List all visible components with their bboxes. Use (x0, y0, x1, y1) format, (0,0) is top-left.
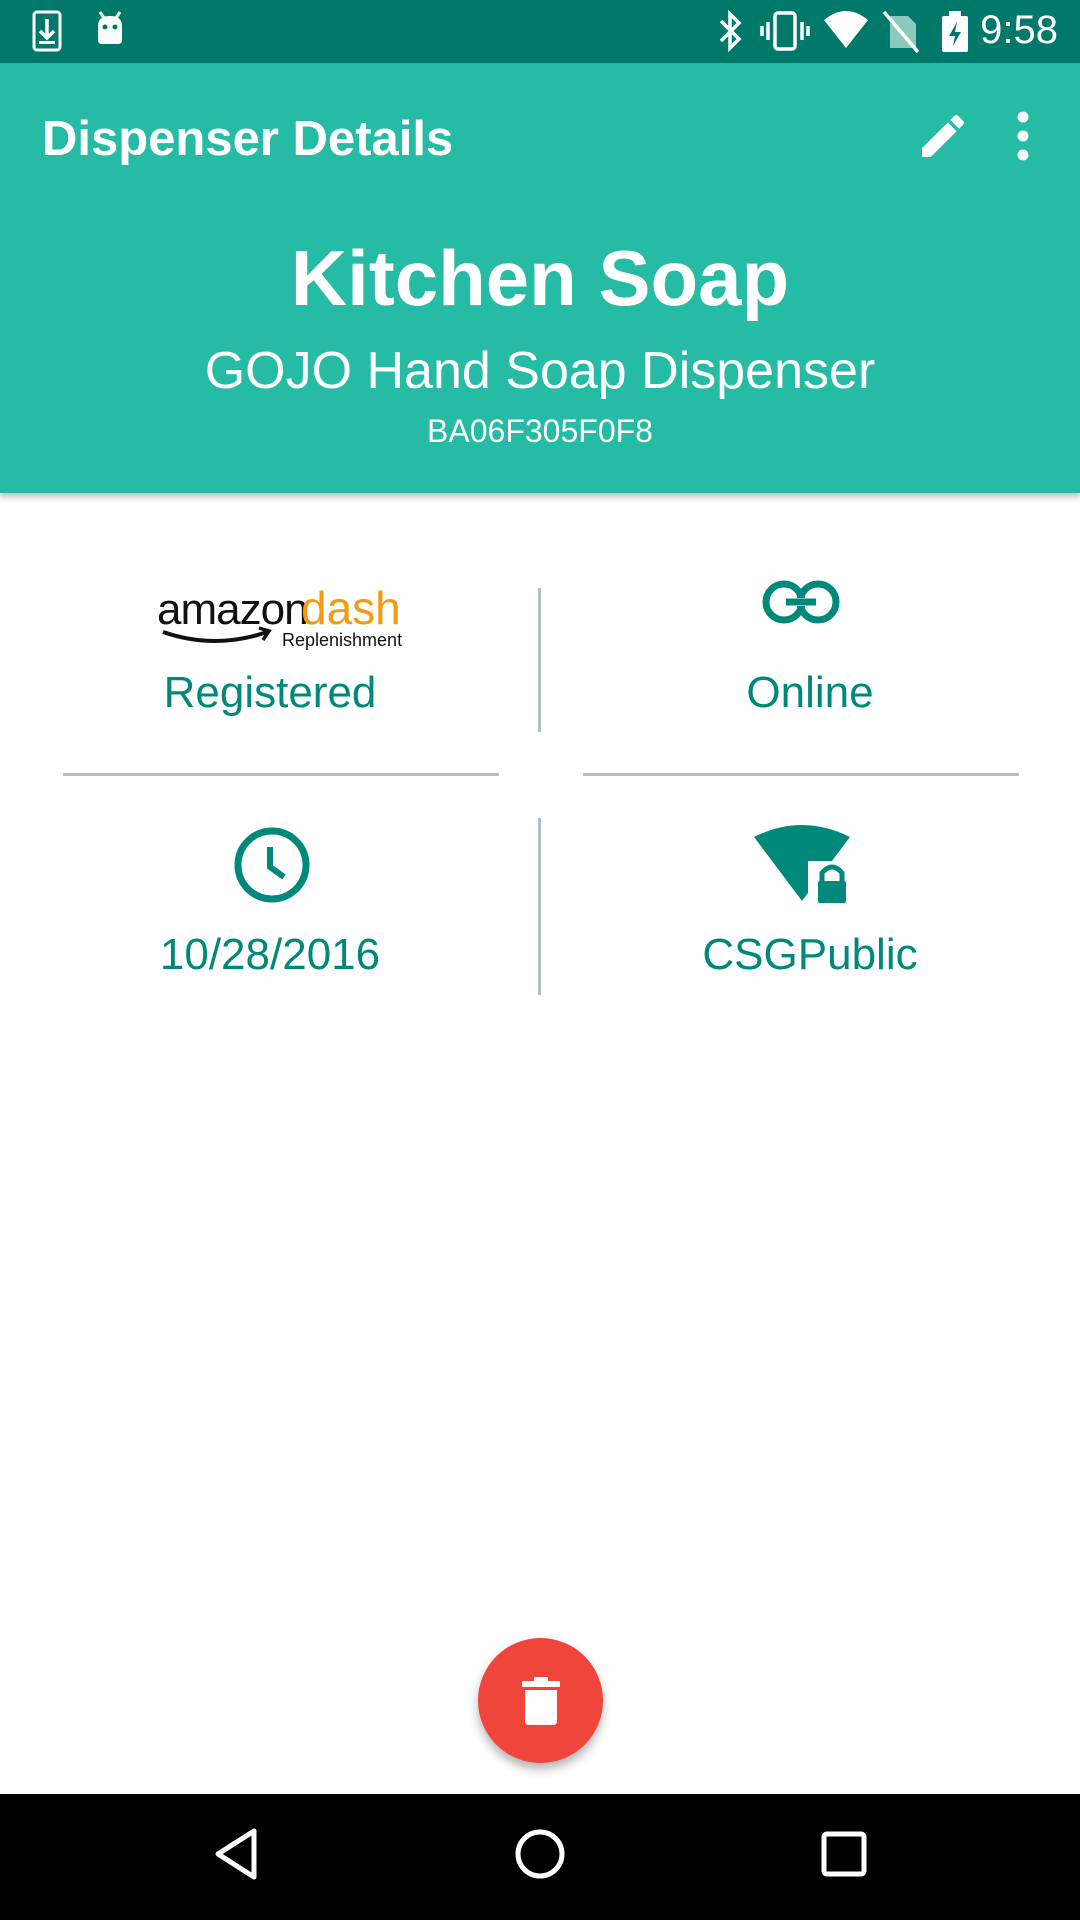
network-name: CSGPublic (702, 930, 918, 979)
svg-text:amazon: amazon (157, 585, 308, 634)
horizontal-divider (63, 773, 499, 776)
connection-status: Online (746, 668, 874, 717)
status-bar: 9:58 (0, 0, 1080, 63)
svg-text:Replenishment: Replenishment (282, 630, 402, 650)
no-sim-icon (882, 10, 920, 54)
connection-cell: Online (540, 580, 1080, 730)
horizontal-divider (583, 773, 1019, 776)
download-icon (32, 10, 62, 52)
svg-text:dash: dash (301, 582, 401, 634)
device-type: GOJO Hand Soap Dispenser (204, 342, 876, 400)
amazon-dash-logo: amazon dash Replenishment (157, 582, 402, 650)
battery-charging-icon (942, 11, 968, 52)
wifi-lock-icon (754, 825, 852, 905)
link-icon (762, 580, 840, 624)
more-vert-icon[interactable] (1005, 108, 1041, 164)
delete-icon (521, 1676, 560, 1725)
page-title: Dispenser Details (42, 112, 454, 166)
device-name: Kitchen Soap (290, 234, 790, 322)
navigation-bar (0, 1794, 1080, 1920)
wifi-icon (824, 11, 868, 48)
android-icon (98, 11, 122, 44)
app-bar: Dispenser Details Kitchen Soap GOJO Hand… (0, 63, 1080, 493)
bluetooth-icon (719, 10, 742, 52)
home-icon[interactable] (512, 1826, 568, 1882)
last-updated-date: 10/28/2016 (159, 930, 381, 979)
registration-status: Registered (163, 668, 377, 717)
recents-icon[interactable] (820, 1826, 868, 1882)
network-cell: CSGPublic (540, 825, 1080, 990)
status-time: 9:58 (980, 8, 1058, 52)
edit-icon[interactable] (915, 108, 971, 164)
last-updated-cell: 10/28/2016 (0, 825, 540, 990)
device-id: BA06F305F0F8 (427, 413, 653, 449)
clock-icon (234, 827, 310, 903)
delete-button[interactable] (478, 1638, 603, 1763)
back-icon[interactable] (212, 1826, 260, 1882)
dash-status-cell: amazon dash Replenishment Registered (0, 580, 540, 730)
vibrate-icon (760, 11, 810, 51)
